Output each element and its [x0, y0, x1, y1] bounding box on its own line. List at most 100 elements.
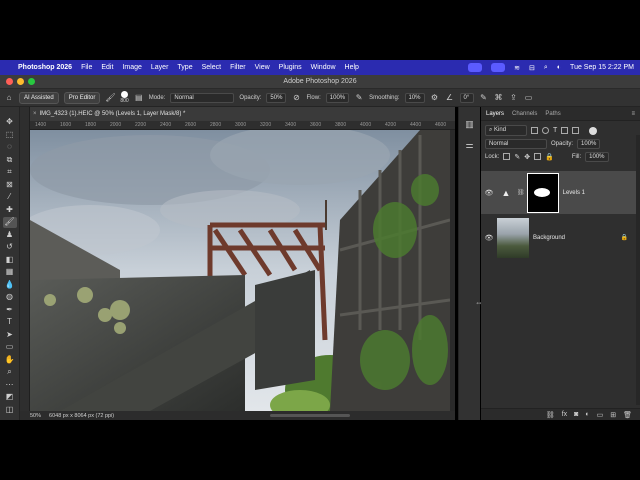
pressure-opacity-icon[interactable]: ⊘ [291, 93, 301, 102]
close-document-icon[interactable]: × [33, 111, 37, 117]
zoom-tool-icon[interactable]: ⌕ [3, 367, 17, 378]
crop-tool-icon[interactable]: ⌗ [3, 167, 17, 178]
pressure-size-icon[interactable]: ✎ [479, 93, 489, 102]
filter-smart-object-icon[interactable] [572, 127, 580, 134]
close-window-button[interactable] [6, 78, 13, 85]
menu-plugins[interactable]: Plugins [279, 64, 302, 71]
search-icon[interactable]: ⌕ [544, 64, 548, 72]
filter-kind-select[interactable]: ⌕ Kind [485, 125, 527, 136]
color-swatches-icon[interactable]: ◩ [3, 392, 17, 403]
share-icon[interactable]: ⇪ [509, 93, 519, 102]
document-canvas[interactable] [30, 130, 450, 411]
app-menu[interactable]: Photoshop 2026 [18, 64, 72, 71]
symmetry-icon[interactable]: ⌘ [494, 93, 504, 102]
wifi-icon[interactable]: ≋ [514, 64, 520, 72]
canvas-vertical-scrollbar[interactable] [450, 130, 455, 411]
document-info[interactable]: 6048 px x 8064 px (72 ppi) [49, 413, 114, 419]
menu-filter[interactable]: Filter [230, 64, 246, 71]
type-tool-icon[interactable]: T [3, 317, 17, 328]
brush-settings-icon[interactable]: ▤ [134, 93, 144, 102]
menu-file[interactable]: File [81, 64, 92, 71]
mode-select[interactable]: Normal [170, 92, 235, 103]
quick-mask-icon[interactable]: ◫ [3, 405, 17, 416]
minimize-window-button[interactable] [17, 78, 24, 85]
history-brush-tool-icon[interactable]: ↺ [3, 242, 17, 253]
move-tool-icon[interactable]: ✥ [3, 117, 17, 128]
menu-layer[interactable]: Layer [151, 64, 169, 71]
layer-fill-input[interactable]: 100% [585, 151, 609, 162]
marquee-tool-icon[interactable]: ⬚ [3, 130, 17, 141]
new-group-icon[interactable]: ▭ [597, 411, 604, 419]
eyedropper-tool-icon[interactable]: ⁄ [3, 192, 17, 203]
new-layer-icon[interactable]: ⊞ [610, 411, 616, 419]
pen-tool-icon[interactable]: ✒ [3, 305, 17, 316]
pro-editor-button[interactable]: Pro Editor [63, 91, 101, 104]
menu-image[interactable]: Image [122, 64, 141, 71]
filter-shape-icon[interactable] [561, 127, 569, 134]
menu-help[interactable]: Help [345, 64, 359, 71]
layer-style-icon[interactable]: fx [562, 411, 567, 418]
layer-name[interactable]: Background [533, 235, 565, 241]
layer-row-background[interactable]: 👁 Background 🔒 [481, 216, 640, 259]
filter-toggle-icon[interactable] [589, 126, 598, 135]
document-tab[interactable]: × IMG_4323 (1).HEIC @ 50% (Levels 1, Lay… [30, 107, 455, 121]
object-select-tool-icon[interactable]: ⧉ [3, 155, 17, 166]
menu-window[interactable]: Window [311, 64, 336, 71]
frame-tool-icon[interactable]: ⊠ [3, 180, 17, 191]
home-icon[interactable]: ⌂ [4, 93, 14, 102]
visibility-eye-icon[interactable]: 👁 [481, 234, 497, 242]
blend-mode-select[interactable]: Normal [485, 138, 547, 149]
siri-icon[interactable]: ◐ [557, 64, 561, 71]
ai-assisted-button[interactable]: AI Assisted [19, 91, 59, 104]
airbrush-icon[interactable]: ✎ [354, 93, 364, 102]
zoom-level[interactable]: 50% [30, 413, 41, 419]
mask-link-icon[interactable]: ⛓ [517, 189, 525, 196]
filter-adjustment-icon[interactable] [542, 127, 549, 134]
opacity-input[interactable]: 50% [266, 92, 287, 103]
smoothing-input[interactable]: 10% [404, 92, 425, 103]
brush-size-picker[interactable]: 800 [120, 91, 129, 104]
link-layers-icon[interactable]: ⛓ [546, 411, 555, 419]
path-select-tool-icon[interactable]: ➤ [3, 330, 17, 341]
canvas-horizontal-scrollbar[interactable] [270, 414, 350, 417]
lock-position-icon[interactable]: ✥ [524, 153, 530, 161]
lock-image-icon[interactable]: ✎ [514, 153, 520, 161]
more-tools-icon[interactable]: ⋯ [3, 380, 17, 391]
menubar-clock[interactable]: Tue Sep 15 2:22 PM [570, 64, 634, 71]
layer-name[interactable]: Levels 1 [563, 190, 585, 196]
tab-channels[interactable]: Channels [512, 111, 537, 117]
tab-paths[interactable]: Paths [545, 111, 560, 117]
layer-row-levels[interactable]: 👁 ▲ ⛓ Levels 1 [481, 171, 640, 214]
lasso-tool-icon[interactable]: ◌ [3, 142, 17, 153]
blur-tool-icon[interactable]: 💧 [3, 280, 17, 291]
menu-type[interactable]: Type [177, 64, 192, 71]
layers-scrollbar[interactable] [636, 135, 640, 405]
rectangle-tool-icon[interactable]: ▭ [3, 342, 17, 353]
hand-tool-icon[interactable]: ✋ [3, 355, 17, 366]
brush-tool-icon[interactable]: 🖌 [2, 217, 17, 228]
workspace-icon[interactable]: ▭ [524, 93, 534, 102]
gear-icon[interactable]: ⚙ [430, 93, 440, 102]
adjustments-panel-icon[interactable]: ⚌ [465, 140, 473, 151]
brush-preset-icon[interactable]: 🖌 [105, 93, 115, 102]
add-mask-icon[interactable]: ◙ [574, 411, 578, 418]
layer-opacity-input[interactable]: 100% [577, 138, 601, 149]
screen-share-icon[interactable] [468, 63, 483, 72]
tab-layers[interactable]: Layers [486, 111, 504, 117]
menu-edit[interactable]: Edit [101, 64, 113, 71]
menu-select[interactable]: Select [202, 64, 221, 71]
history-panel-icon[interactable]: ▥ [465, 119, 474, 130]
angle-input[interactable]: 0° [459, 92, 474, 103]
new-adjustment-icon[interactable]: ◐ [585, 411, 589, 418]
menu-view[interactable]: View [255, 64, 270, 71]
clone-stamp-tool-icon[interactable]: ♟ [3, 230, 17, 241]
visibility-eye-icon[interactable]: 👁 [481, 189, 497, 197]
panel-menu-icon[interactable]: ≡ [631, 111, 640, 117]
delete-layer-icon[interactable]: 🗑 [623, 411, 632, 419]
dodge-tool-icon[interactable]: ◍ [3, 292, 17, 303]
healing-tool-icon[interactable]: ✚ [3, 205, 17, 216]
lock-artboard-icon[interactable] [534, 153, 542, 160]
control-center-icon[interactable]: ⊟ [529, 64, 535, 72]
gradient-tool-icon[interactable]: ▦ [3, 267, 17, 278]
flow-input[interactable]: 100% [325, 92, 350, 103]
